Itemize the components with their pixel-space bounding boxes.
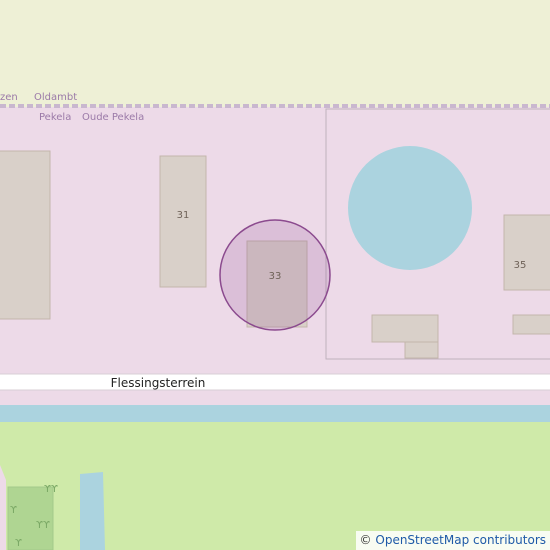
place-label-oude-pekela: Oude Pekela [82,112,144,123]
canal [0,405,550,422]
place-label-zen: zen [0,92,18,103]
farmland-area [0,0,550,110]
building-small-b [404,341,439,359]
attribution-link[interactable]: OpenStreetMap contributors [375,533,546,547]
street-label: Flessingsterrein [111,376,206,390]
building-35 [503,214,550,291]
place-label-oldambt: Oldambt [34,92,77,103]
place-label-pekela: Pekela [39,112,71,123]
industrial-strip [0,465,6,550]
road-flessingsterrein[interactable] [0,373,550,391]
tree-icon: ϒϒ [36,520,50,531]
house-number-33: 33 [269,271,282,282]
map-canvas[interactable]: ϒϒ ϒ ϒϒ ϒ zen Oldambt Pekela Oude Pekela… [0,0,550,550]
building-left [0,150,51,320]
ditch [80,472,105,550]
tree-icon: ϒ [10,505,17,516]
water-tank [348,146,472,270]
house-number-35: 35 [514,260,527,271]
house-number-31: 31 [177,210,190,221]
tree-icon: ϒϒ [44,484,58,495]
building-31 [159,155,207,288]
tree-icon: ϒ [15,538,22,549]
copyright-symbol: © [359,533,372,547]
building-small-a [371,314,439,343]
building-small-c [512,314,550,335]
map-attribution: © OpenStreetMap contributors [355,531,550,550]
